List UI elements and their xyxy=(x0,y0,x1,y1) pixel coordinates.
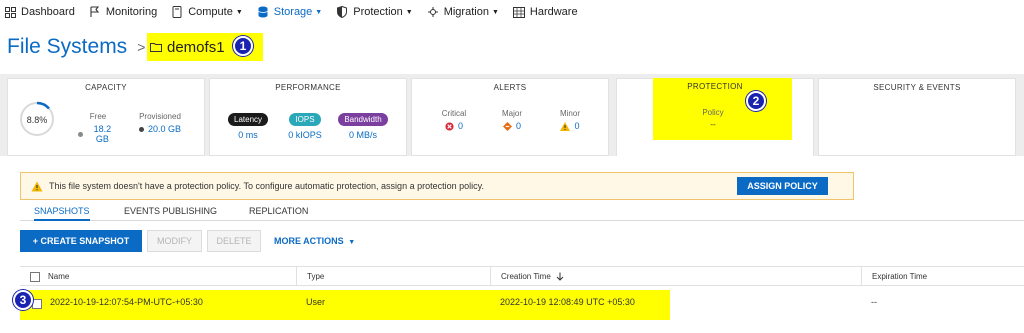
nav-compute[interactable]: Compute ▼ xyxy=(171,0,243,24)
assign-policy-button[interactable]: ASSIGN POLICY xyxy=(737,177,828,195)
select-all-checkbox[interactable] xyxy=(30,271,40,282)
nav-storage[interactable]: Storage ▼ xyxy=(257,0,322,24)
capacity-title: CAPACITY xyxy=(85,83,127,92)
name-column-header[interactable]: Name xyxy=(20,267,296,286)
nav-protection[interactable]: Protection ▼ xyxy=(336,0,413,24)
free-dot-icon xyxy=(78,131,83,137)
folder-icon xyxy=(150,43,162,52)
breadcrumb-separator: > xyxy=(137,39,146,55)
warning-icon xyxy=(31,181,43,191)
alerts-card[interactable]: ALERTS Critical 0 Major 0 Minor 0 xyxy=(411,78,609,156)
provisioned-label: Provisioned xyxy=(139,112,181,121)
breadcrumb: File Systems > xyxy=(7,33,153,61)
tab-replication[interactable]: REPLICATION xyxy=(249,206,308,221)
performance-title: PERFORMANCE xyxy=(275,83,341,92)
nav-dashboard[interactable]: Dashboard xyxy=(4,0,75,24)
storage-icon xyxy=(257,6,269,18)
latency-value: 0 ms xyxy=(238,130,258,140)
tab-snapshots[interactable]: SNAPSHOTS xyxy=(34,206,90,221)
protection-title: PROTECTION xyxy=(687,82,743,91)
policy-label: Policy xyxy=(702,108,724,117)
more-actions-label: MORE ACTIONS xyxy=(274,236,344,246)
minor-value: 0 xyxy=(574,121,580,131)
shield-icon xyxy=(336,6,348,18)
iops-pill: IOPS xyxy=(289,113,321,126)
callout-badge-1: 1 xyxy=(233,36,253,56)
filesystem-name: demofs1 xyxy=(167,38,225,56)
provisioned-dot-icon xyxy=(138,126,144,132)
major-icon xyxy=(502,121,512,131)
expiration-time-column-header[interactable]: Expiration Time xyxy=(861,267,1024,286)
bandwidth-value: 0 MB/s xyxy=(348,130,377,140)
chevron-down-icon: ▼ xyxy=(315,8,323,16)
nav-migration[interactable]: Migration ▼ xyxy=(427,0,499,24)
nav-compute-label: Compute xyxy=(188,6,233,18)
snapshot-name-cell[interactable]: 2022-10-19-12:07:54-PM-UTC-+05:30 xyxy=(50,297,203,307)
free-label: Free xyxy=(89,112,107,121)
iops-value: 0 kIOPS xyxy=(288,130,322,140)
page-title[interactable]: File Systems xyxy=(7,35,127,59)
type-column-label: Type xyxy=(307,272,325,281)
delete-button[interactable]: DELETE xyxy=(207,230,261,252)
major-value: 0 xyxy=(515,121,521,131)
detail-tabs: SNAPSHOTS EVENTS PUBLISHING REPLICATION xyxy=(20,206,1024,221)
top-nav: Dashboard Monitoring Compute ▼ Storage ▼… xyxy=(0,0,1024,24)
tab-events-publishing[interactable]: EVENTS PUBLISHING xyxy=(124,206,217,221)
type-column-header[interactable]: Type xyxy=(296,267,490,286)
chevron-down-icon: ▼ xyxy=(348,239,356,246)
creation-time-column-label: Creation Time xyxy=(501,272,551,281)
flag-icon xyxy=(89,6,101,18)
free-value: 18.2 GB xyxy=(93,124,112,144)
compute-icon xyxy=(171,6,183,18)
minor-label: Minor xyxy=(559,109,580,118)
creation-time-column-header[interactable]: Creation Time xyxy=(490,267,861,286)
minor-icon xyxy=(560,121,571,131)
snapshot-expiration-time-cell: -- xyxy=(871,297,877,307)
snapshot-type-cell: User xyxy=(306,297,326,307)
sort-arrow-down-icon xyxy=(556,272,564,281)
callout-badge-3: 3 xyxy=(13,290,33,310)
alerts-title: ALERTS xyxy=(493,83,527,92)
critical-value: 0 xyxy=(457,121,463,131)
nav-migration-label: Migration xyxy=(443,6,489,18)
capacity-card[interactable]: CAPACITY 8.8% Free 18.2 GB Provisioned 2… xyxy=(7,78,205,156)
bandwidth-pill: Bandwidth xyxy=(338,113,388,126)
snapshot-creation-time-cell: 2022-10-19 12:08:49 UTC +05:30 xyxy=(500,297,635,307)
hardware-icon xyxy=(512,6,525,18)
security-events-title: SECURITY & EVENTS xyxy=(873,83,961,92)
capacity-percent: 8.8% xyxy=(26,115,48,125)
major-label: Major xyxy=(501,109,522,118)
policy-value: -- xyxy=(710,120,716,129)
banner-message: This file system doesn't have a protecti… xyxy=(49,181,484,191)
snapshots-table-header: Name Type Creation Time Expiration Time xyxy=(20,266,1024,286)
create-snapshot-button[interactable]: + CREATE SNAPSHOT xyxy=(20,230,142,252)
nav-protection-label: Protection xyxy=(353,6,403,18)
protection-warning-banner: This file system doesn't have a protecti… xyxy=(20,172,854,200)
chevron-down-icon: ▼ xyxy=(491,8,499,16)
nav-monitoring[interactable]: Monitoring xyxy=(89,0,157,24)
nav-storage-label: Storage xyxy=(273,6,313,18)
provisioned-value: 20.0 GB xyxy=(147,124,182,134)
security-events-card[interactable]: SECURITY & EVENTS xyxy=(818,78,1016,156)
latency-pill: Latency xyxy=(228,113,269,126)
more-actions-button[interactable]: MORE ACTIONS ▼ xyxy=(274,236,355,246)
name-column-label: Name xyxy=(48,272,70,281)
performance-card[interactable]: PERFORMANCE Latency 0 ms IOPS 0 kIOPS Ba… xyxy=(209,78,407,156)
migration-icon xyxy=(427,6,439,18)
nav-hardware-label: Hardware xyxy=(529,6,578,18)
critical-icon xyxy=(445,121,454,131)
callout-badge-2: 2 xyxy=(746,91,766,111)
nav-hardware[interactable]: Hardware xyxy=(512,0,578,24)
modify-button[interactable]: MODIFY xyxy=(147,230,202,252)
dashboard-icon xyxy=(4,6,16,18)
row-checkbox[interactable] xyxy=(32,299,42,309)
critical-label: Critical xyxy=(441,109,467,118)
chevron-down-icon: ▼ xyxy=(405,8,413,16)
nav-dashboard-label: Dashboard xyxy=(21,6,75,18)
nav-monitoring-label: Monitoring xyxy=(105,6,158,18)
expiration-time-column-label: Expiration Time xyxy=(872,272,928,281)
chevron-down-icon: ▼ xyxy=(235,8,243,16)
